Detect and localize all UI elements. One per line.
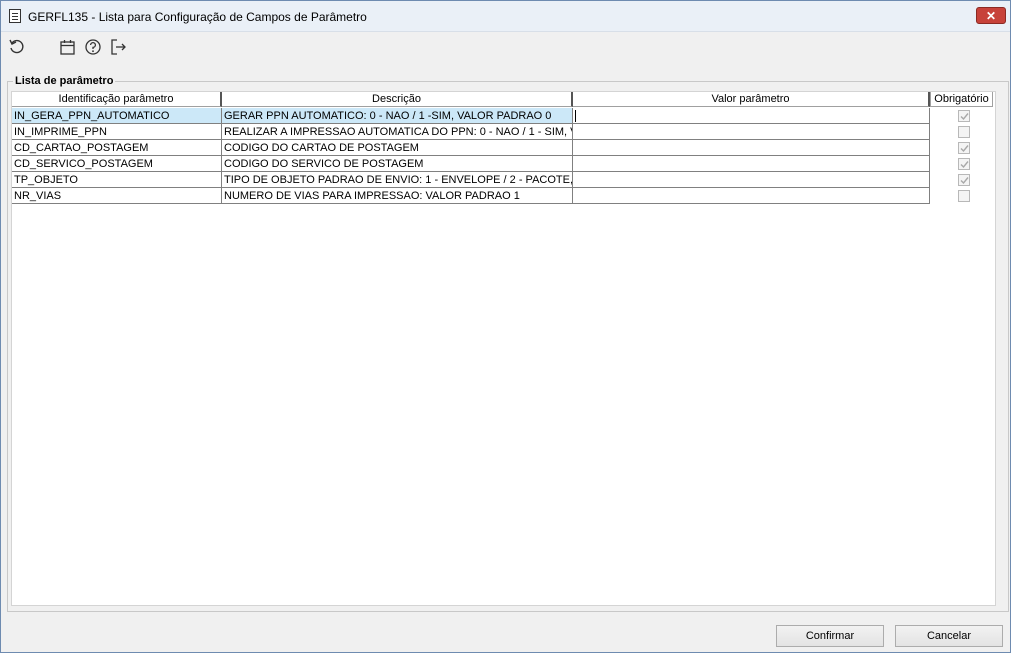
calendar-icon[interactable] <box>58 37 78 57</box>
parameter-id-cell[interactable]: CD_SERVICO_POSTAGEM <box>12 156 222 172</box>
required-checkbox[interactable] <box>958 174 970 186</box>
column-header-obrigatorio[interactable]: Obrigatório <box>930 92 993 107</box>
table-row[interactable]: IN_GERA_PPN_AUTOMATICO GERAR PPN AUTOMAT… <box>12 108 930 124</box>
parameter-value-input[interactable] <box>573 124 930 140</box>
checkmark-icon <box>960 145 969 153</box>
window-title: GERFL135 - Lista para Configuração de Ca… <box>28 10 367 24</box>
parameter-value-input[interactable] <box>573 172 930 188</box>
required-checkbox[interactable] <box>958 126 970 138</box>
parameter-value-input[interactable] <box>573 156 930 172</box>
exit-icon[interactable] <box>108 37 128 57</box>
parameter-description-cell[interactable]: REALIZAR A IMPRESSAO AUTOMATICA DO PPN: … <box>222 124 573 140</box>
help-icon[interactable] <box>83 37 103 57</box>
cancel-button[interactable]: Cancelar <box>895 625 1003 647</box>
table-row[interactable]: NR_VIAS NUMERO DE VIAS PARA IMPRESSAO: V… <box>12 188 930 204</box>
parameter-id-cell[interactable]: NR_VIAS <box>12 188 222 204</box>
table-row[interactable]: CD_SERVICO_POSTAGEM CODIGO DO SERVICO DE… <box>12 156 930 172</box>
refresh-icon[interactable] <box>7 37 27 57</box>
table-row[interactable]: IN_IMPRIME_PPN REALIZAR A IMPRESSAO AUTO… <box>12 124 930 140</box>
document-icon <box>9 9 21 23</box>
required-checkbox[interactable] <box>958 110 970 122</box>
table-row[interactable]: CD_CARTAO_POSTAGEM CODIGO DO CARTAO DE P… <box>12 140 930 156</box>
parameter-description-cell[interactable]: NUMERO DE VIAS PARA IMPRESSAO: VALOR PAD… <box>222 188 573 204</box>
parameter-value-input[interactable] <box>573 188 930 204</box>
title-bar: GERFL135 - Lista para Configuração de Ca… <box>1 1 1010 32</box>
checkmark-icon <box>960 177 969 185</box>
parameter-description-cell[interactable]: CODIGO DO SERVICO DE POSTAGEM <box>222 156 573 172</box>
confirm-button[interactable]: Confirmar <box>776 625 884 647</box>
parameter-description-cell[interactable]: TIPO DE OBJETO PADRAO DE ENVIO: 1 - ENVE… <box>222 172 573 188</box>
column-header-descricao[interactable]: Descrição <box>222 92 573 107</box>
required-checkbox[interactable] <box>958 190 970 202</box>
column-header-identificacao[interactable]: Identificação parâmetro <box>12 92 222 107</box>
column-header-valor[interactable]: Valor parâmetro <box>573 92 930 107</box>
group-title: Lista de parâmetro <box>13 75 116 87</box>
table-row[interactable]: TP_OBJETO TIPO DE OBJETO PADRAO DE ENVIO… <box>12 172 930 188</box>
parameter-value-input[interactable] <box>573 140 930 156</box>
required-checkbox[interactable] <box>958 158 970 170</box>
parameter-id-cell[interactable]: IN_IMPRIME_PPN <box>12 124 222 140</box>
parameter-description-cell[interactable]: CODIGO DO CARTAO DE POSTAGEM <box>222 140 573 156</box>
vertical-scrollbar[interactable]: ⌃ ⌄ <box>992 107 995 604</box>
checkmark-icon <box>960 113 969 121</box>
parameter-grid: Identificação parâmetro Descrição Valor … <box>11 91 996 606</box>
parameter-id-cell[interactable]: CD_CARTAO_POSTAGEM <box>12 140 222 156</box>
text-caret <box>575 110 576 122</box>
close-button[interactable]: ✕ <box>976 7 1006 24</box>
toolbar <box>1 32 1010 62</box>
dialog-window: GERFL135 - Lista para Configuração de Ca… <box>0 0 1011 653</box>
parameter-description-cell[interactable]: GERAR PPN AUTOMATICO: 0 - NAO / 1 -SIM, … <box>222 108 573 124</box>
parameter-id-cell[interactable]: TP_OBJETO <box>12 172 222 188</box>
required-checkbox[interactable] <box>958 142 970 154</box>
checkmark-icon <box>960 161 969 169</box>
parameter-id-cell[interactable]: IN_GERA_PPN_AUTOMATICO <box>12 108 222 124</box>
parameter-value-input[interactable] <box>573 108 930 124</box>
